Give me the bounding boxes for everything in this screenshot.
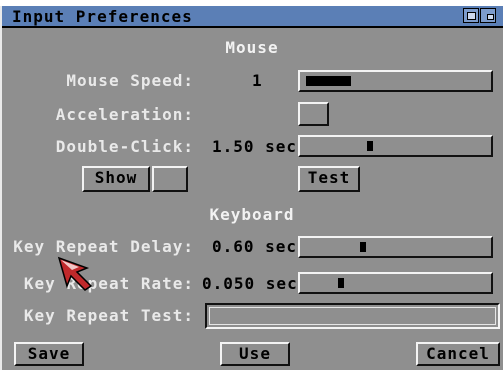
- key-repeat-delay-knob[interactable]: [360, 242, 366, 252]
- acceleration-label: Acceleration:: [55, 105, 194, 124]
- double-click-slider[interactable]: [298, 135, 493, 157]
- mouse-pointer-icon: [57, 256, 93, 291]
- mouse-speed-value: 1: [252, 71, 263, 90]
- test-button[interactable]: Test: [298, 166, 360, 192]
- use-button[interactable]: Use: [220, 342, 290, 366]
- mouse-section-title: Mouse: [225, 38, 279, 57]
- window-title: Input Preferences: [12, 7, 193, 26]
- key-repeat-rate-value: 0.050 sec: [202, 274, 298, 293]
- key-repeat-rate-label: Key Repeat Rate:: [23, 274, 194, 293]
- key-repeat-rate-knob[interactable]: [338, 278, 344, 288]
- double-click-show-area[interactable]: [152, 166, 188, 192]
- key-repeat-delay-label: Key Repeat Delay:: [13, 237, 194, 256]
- input-preferences-window: Input Preferences Mouse Mouse Speed: 1 A…: [0, 6, 503, 370]
- zoom-icon[interactable]: [480, 8, 496, 23]
- show-button[interactable]: Show: [82, 166, 150, 192]
- window-titlebar[interactable]: Input Preferences: [2, 6, 503, 28]
- save-button[interactable]: Save: [14, 342, 84, 366]
- key-repeat-test-input[interactable]: [205, 303, 500, 329]
- mouse-speed-slider[interactable]: [298, 70, 493, 92]
- key-repeat-rate-slider[interactable]: [298, 272, 493, 294]
- depth-icon[interactable]: [463, 8, 479, 23]
- mouse-speed-label: Mouse Speed:: [66, 71, 194, 90]
- key-repeat-test-label: Key Repeat Test:: [23, 306, 194, 325]
- acceleration-checkbox[interactable]: [298, 102, 329, 126]
- mouse-speed-knob[interactable]: [306, 76, 351, 86]
- cancel-button[interactable]: Cancel: [416, 342, 500, 366]
- double-click-label: Double-Click:: [55, 137, 194, 156]
- double-click-value: 1.50 sec: [212, 137, 298, 156]
- double-click-knob[interactable]: [367, 141, 373, 151]
- keyboard-section-title: Keyboard: [209, 205, 295, 224]
- key-repeat-delay-slider[interactable]: [298, 236, 493, 258]
- key-repeat-delay-value: 0.60 sec: [212, 237, 298, 256]
